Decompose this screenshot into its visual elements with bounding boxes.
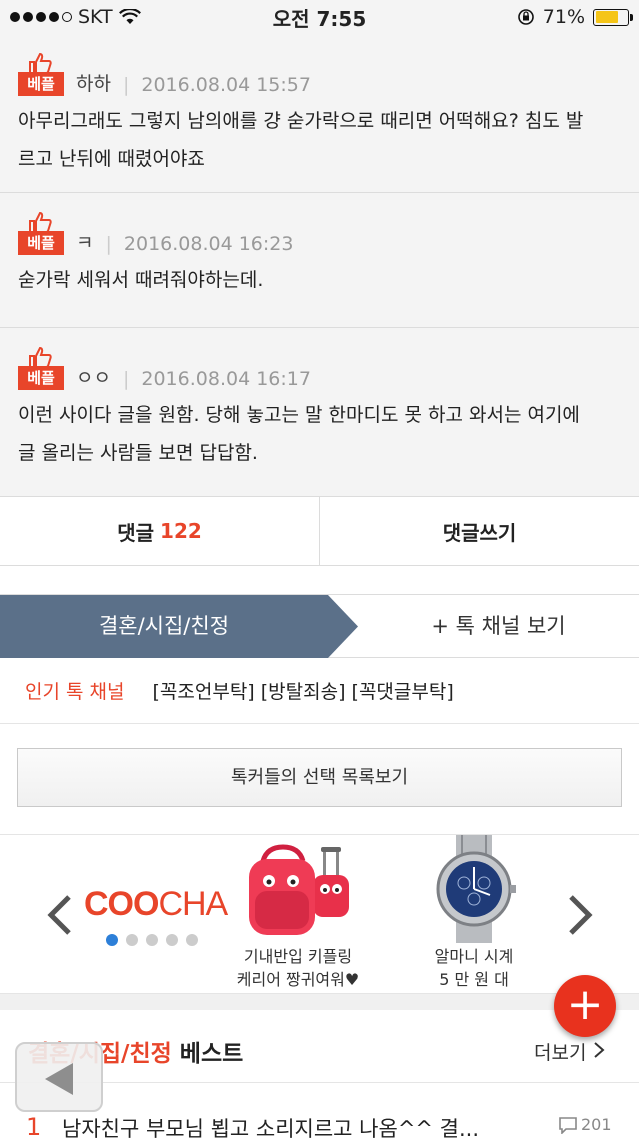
thumbs-up-icon bbox=[29, 346, 52, 368]
signal-icon bbox=[10, 12, 72, 22]
carousel-dots bbox=[106, 934, 198, 946]
comment-bubble-icon bbox=[559, 1116, 577, 1134]
view-talk-channels-button[interactable]: + 톡 채널 보기 bbox=[358, 595, 639, 658]
comments-button[interactable]: 댓글 122 bbox=[0, 497, 320, 565]
best-comments-list: 베플 하하 | 2016.08.04 15:57 아무리그래도 그렇지 남의애를… bbox=[0, 34, 639, 496]
orientation-lock-icon bbox=[517, 9, 534, 25]
write-comment-button[interactable]: 댓글쓰기 bbox=[320, 497, 639, 565]
popular-channels-label: 인기 톡 채널 bbox=[25, 681, 125, 703]
comment-action-bar: 댓글 122 댓글쓰기 bbox=[0, 496, 639, 566]
best-reply-badge: 베플 bbox=[18, 52, 64, 96]
comment-text: 숟가락 세워서 때려줘야하는데. bbox=[18, 269, 264, 291]
comment-item[interactable]: 베플 ㅋ | 2016.08.04 16:23 숟가락 세워서 때려줘야하는데. bbox=[0, 193, 639, 328]
best-post-title: 남자친구 부모님 뵙고 소리지르고 나옴^^ 결... bbox=[62, 1117, 480, 1138]
battery-percent: 71% bbox=[542, 6, 585, 28]
comment-date: 2016.08.04 15:57 bbox=[141, 74, 311, 96]
comment-item[interactable]: 베플 ㅇㅇ | 2016.08.04 16:17 이런 사이다 글을 원함. 당… bbox=[0, 328, 639, 496]
best-post-comments: 201 bbox=[558, 1115, 612, 1134]
best-reply-badge: 베플 bbox=[18, 211, 64, 255]
channel-bar: 결혼/시집/친정 + 톡 채널 보기 bbox=[0, 594, 639, 658]
comment-text: 아무리그래도 그렇지 남의애를 걍 숟가락으로 때리면 어떡해요? 침도 발 르… bbox=[18, 110, 584, 170]
current-channel-tab[interactable]: 결혼/시집/친정 bbox=[0, 595, 358, 658]
coocha-ad-banner: COOCHA 기내반입 키플링 케리어 짱귀여워♥ 알마니 시계 5 만 원 대 bbox=[0, 834, 639, 994]
back-button[interactable] bbox=[15, 1042, 103, 1112]
ad-product-caption: 기내반입 키플링 케리어 짱귀여워♥ bbox=[236, 947, 360, 989]
comment-item[interactable]: 베플 하하 | 2016.08.04 15:57 아무리그래도 그렇지 남의애를… bbox=[0, 34, 639, 193]
comment-author: ㅇㅇ bbox=[76, 367, 111, 389]
chevron-left-icon[interactable] bbox=[45, 893, 75, 937]
ad-product-caption: 알마니 시계 5 만 원 대 bbox=[434, 947, 514, 989]
kids-backpack-image bbox=[249, 844, 349, 935]
coocha-logo: COOCHA bbox=[84, 885, 228, 923]
comment-date: 2016.08.04 16:23 bbox=[123, 233, 294, 255]
thumbs-up-icon bbox=[29, 211, 52, 233]
clock: 오전 7:55 bbox=[272, 6, 367, 31]
popular-channel-tags[interactable]: [꼭조언부탁] [방탈죄송] [꼭댓글부탁] bbox=[152, 677, 453, 704]
popular-channels: 인기 톡 채널 [꼭조언부탁] [방탈죄송] [꼭댓글부탁] bbox=[0, 658, 639, 724]
comment-text: 이런 사이다 글을 원함. 당해 놓고는 말 한마디도 못 하고 와서는 여기에… bbox=[18, 404, 580, 464]
comment-date: 2016.08.04 16:17 bbox=[141, 368, 311, 390]
floating-write-button[interactable]: + bbox=[554, 975, 616, 1037]
battery-icon bbox=[593, 8, 633, 26]
wrist-watch-image bbox=[436, 835, 516, 943]
comment-author: 하하 bbox=[76, 73, 111, 95]
wifi-icon bbox=[118, 9, 141, 24]
talkers-picks-button[interactable]: 톡커들의 선택 목록보기 bbox=[17, 748, 622, 807]
thumbs-up-icon bbox=[29, 52, 52, 74]
best-post-rank: 1 bbox=[26, 1113, 42, 1138]
comment-count: 122 bbox=[160, 519, 202, 543]
chevron-right-icon bbox=[593, 1042, 605, 1058]
status-bar: SKT 오전 7:55 71% bbox=[0, 0, 639, 34]
view-more-link[interactable]: 더보기 bbox=[534, 1038, 605, 1065]
comment-author: ㅋ bbox=[76, 232, 94, 254]
carrier: SKT bbox=[78, 6, 113, 28]
best-reply-badge: 베플 bbox=[18, 346, 64, 390]
chevron-right-icon[interactable] bbox=[565, 893, 595, 937]
triangle-left-icon bbox=[45, 1063, 73, 1095]
